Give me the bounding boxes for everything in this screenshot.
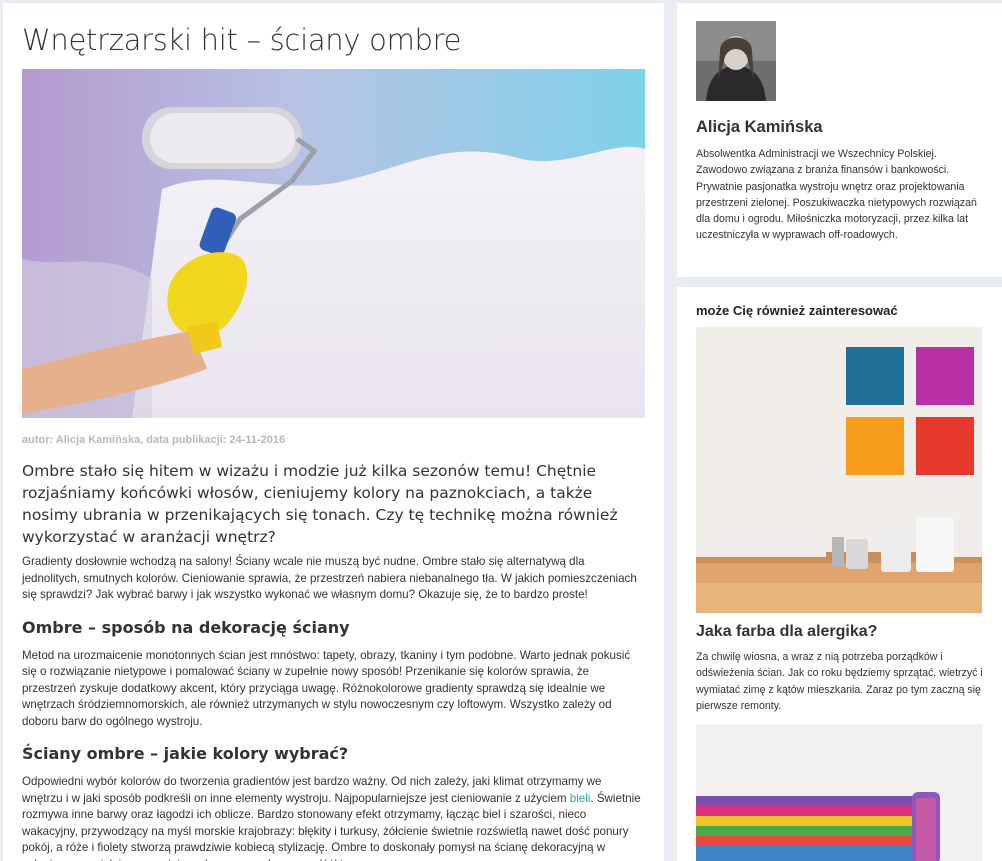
related-item-excerpt: Za chwilę wiosna, a wraz z nią potrzeba … [696, 651, 983, 712]
section1-heading: Ombre – sposób na dekorację ściany [22, 617, 350, 637]
author-bio: Absolwentka Administracji we Wszechnicy … [696, 148, 977, 242]
avatar [696, 21, 776, 101]
article-title: Wnętrzarski hit – ściany ombre [22, 23, 462, 57]
hero-image [22, 69, 645, 418]
article-meta: autor: Alicja Kamińska, data publikacji:… [22, 434, 286, 446]
bieli-link[interactable]: bieli [570, 792, 591, 805]
section1-text: Metod na urozmaicenie monotonnych ścian … [22, 648, 631, 728]
section2-text: Odpowiedni wybór kolorów do tworzenia gr… [22, 774, 645, 861]
section2-text-a: Odpowiedni wybór kolorów do tworzenia gr… [22, 775, 602, 805]
related-heading: może Cię również zainteresować [696, 303, 898, 318]
related-image-stripes[interactable] [696, 724, 982, 861]
author-card: Alicja Kamińska Absolwentka Administracj… [677, 3, 1002, 277]
article-lead: Ombre stało się hitem w wizażu i modzie … [22, 462, 618, 546]
article-intro: Gradienty dosłownie wchodzą na salony! Ś… [22, 555, 637, 601]
related-image-paint[interactable] [696, 327, 982, 613]
author-name[interactable]: Alicja Kamińska [696, 118, 823, 137]
section2-heading: Ściany ombre – jakie kolory wybrać? [22, 744, 349, 763]
related-card: może Cię również zainteresować Jaka farb… [677, 287, 1002, 861]
article-panel: Wnętrzarski hit – ściany ombre autor: Al… [3, 3, 664, 861]
related-item-title[interactable]: Jaka farba dla alergika? [696, 623, 877, 641]
